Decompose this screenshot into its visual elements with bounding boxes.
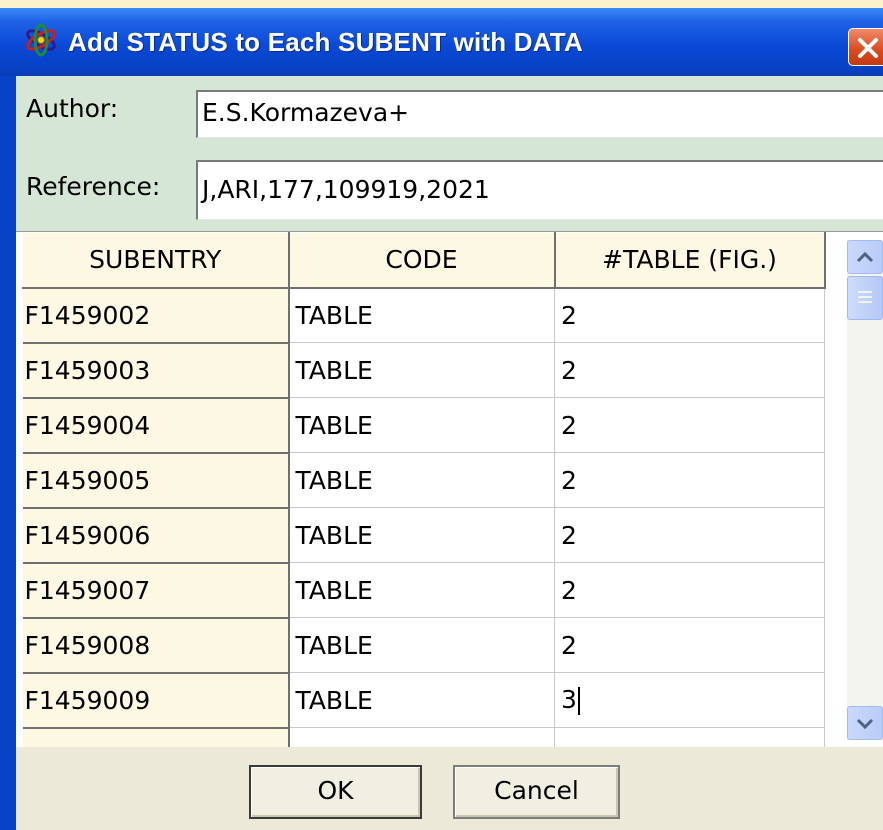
subentry-cell[interactable]: F1459009: [22, 672, 290, 729]
subentry-cell[interactable]: F1459006: [22, 507, 290, 564]
code-cell[interactable]: TABLE: [288, 397, 555, 453]
code-cell[interactable]: TABLE: [288, 672, 555, 728]
subentry-table: SUBENTRY CODE #TABLE (FIG.) F1459002 TAB…: [22, 232, 826, 748]
reference-field[interactable]: J,ARI,177,109919,2021: [196, 160, 883, 220]
text-caret: [577, 687, 580, 715]
table-cell-value: 3: [561, 685, 577, 714]
code-cell[interactable]: TABLE: [288, 507, 555, 563]
subentry-cell[interactable]: [22, 727, 290, 748]
code-cell[interactable]: TABLE: [288, 287, 555, 343]
table-cell-editing[interactable]: 3: [554, 672, 825, 728]
subentry-cell[interactable]: F1459008: [22, 617, 290, 674]
window-left-border: [0, 76, 16, 830]
close-button[interactable]: [848, 28, 883, 66]
cancel-button[interactable]: Cancel: [453, 765, 620, 819]
subentry-cell[interactable]: F1459004: [22, 397, 290, 454]
title-bar[interactable]: Add STATUS to Each SUBENT with DATA: [0, 8, 883, 76]
code-cell[interactable]: TABLE: [288, 342, 555, 398]
table-cell[interactable]: 2: [554, 287, 825, 343]
close-icon: [858, 38, 878, 58]
table-row[interactable]: F1459005 TABLE 2: [22, 452, 825, 509]
table-row[interactable]: F1459003 TABLE 2: [22, 342, 825, 399]
window-title: Add STATUS to Each SUBENT with DATA: [68, 27, 583, 57]
table-header-row: SUBENTRY CODE #TABLE (FIG.): [22, 232, 826, 289]
table-cell[interactable]: [554, 727, 825, 748]
chevron-down-icon: [856, 718, 874, 730]
scroll-down-button[interactable]: [847, 706, 883, 740]
ok-button[interactable]: OK: [249, 765, 422, 819]
dialog-window: Add STATUS to Each SUBENT with DATA Auth…: [0, 8, 883, 830]
subentry-cell[interactable]: F1459005: [22, 452, 290, 509]
table-cell[interactable]: 2: [554, 507, 825, 563]
subentry-cell[interactable]: F1459002: [22, 287, 290, 344]
table-cell[interactable]: 2: [554, 342, 825, 398]
table-cell[interactable]: 2: [554, 397, 825, 453]
scroll-up-button[interactable]: [847, 240, 883, 274]
author-field[interactable]: E.S.Kormazeva+: [196, 90, 883, 138]
author-label: Author:: [26, 94, 119, 123]
vertical-scrollbar[interactable]: [847, 240, 883, 740]
info-panel: Author: E.S.Kormazeva+ Reference: J,ARI,…: [16, 76, 883, 231]
table-row[interactable]: F1459004 TABLE 2: [22, 397, 825, 454]
code-cell[interactable]: TABLE: [288, 452, 555, 508]
subentry-cell[interactable]: F1459003: [22, 342, 290, 399]
table-cell[interactable]: 2: [554, 562, 825, 618]
table-row[interactable]: F1459008 TABLE 2: [22, 617, 825, 674]
table-row[interactable]: F1459002 TABLE 2: [22, 287, 825, 344]
table-row[interactable]: F1459009 TABLE 3: [22, 672, 825, 729]
code-cell[interactable]: TABLE: [288, 617, 555, 673]
table-cell[interactable]: 2: [554, 452, 825, 508]
reference-label: Reference:: [26, 172, 161, 201]
header-code[interactable]: CODE: [288, 232, 556, 289]
chevron-up-icon: [856, 251, 874, 263]
scroll-thumb[interactable]: [847, 276, 883, 320]
table-row[interactable]: [22, 727, 825, 748]
table-cell[interactable]: 2: [554, 617, 825, 673]
button-bar: OK Cancel: [16, 747, 883, 830]
code-cell[interactable]: [288, 727, 555, 748]
header-subentry[interactable]: SUBENTRY: [22, 232, 290, 289]
atom-icon: [26, 23, 56, 57]
table-row[interactable]: F1459007 TABLE 2: [22, 562, 825, 619]
table-row[interactable]: F1459006 TABLE 2: [22, 507, 825, 564]
header-table-fig[interactable]: #TABLE (FIG.): [554, 232, 826, 289]
code-cell[interactable]: TABLE: [288, 562, 555, 618]
subentry-grid[interactable]: SUBENTRY CODE #TABLE (FIG.) F1459002 TAB…: [16, 231, 883, 748]
subentry-cell[interactable]: F1459007: [22, 562, 290, 619]
